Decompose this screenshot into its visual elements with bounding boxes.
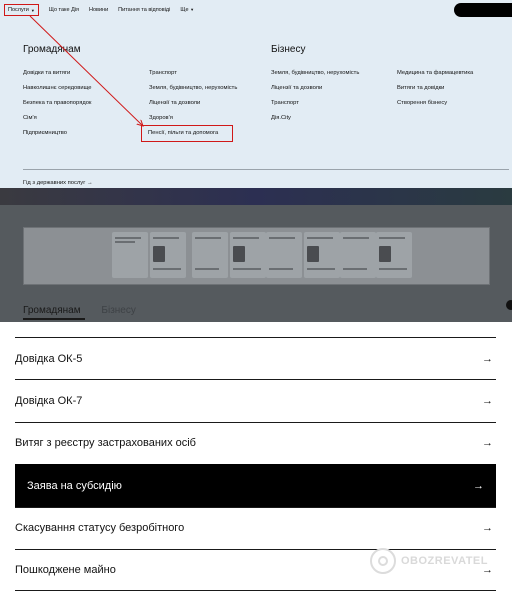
annotation-overlay [29,15,512,604]
annotation-arrow [29,15,143,126]
